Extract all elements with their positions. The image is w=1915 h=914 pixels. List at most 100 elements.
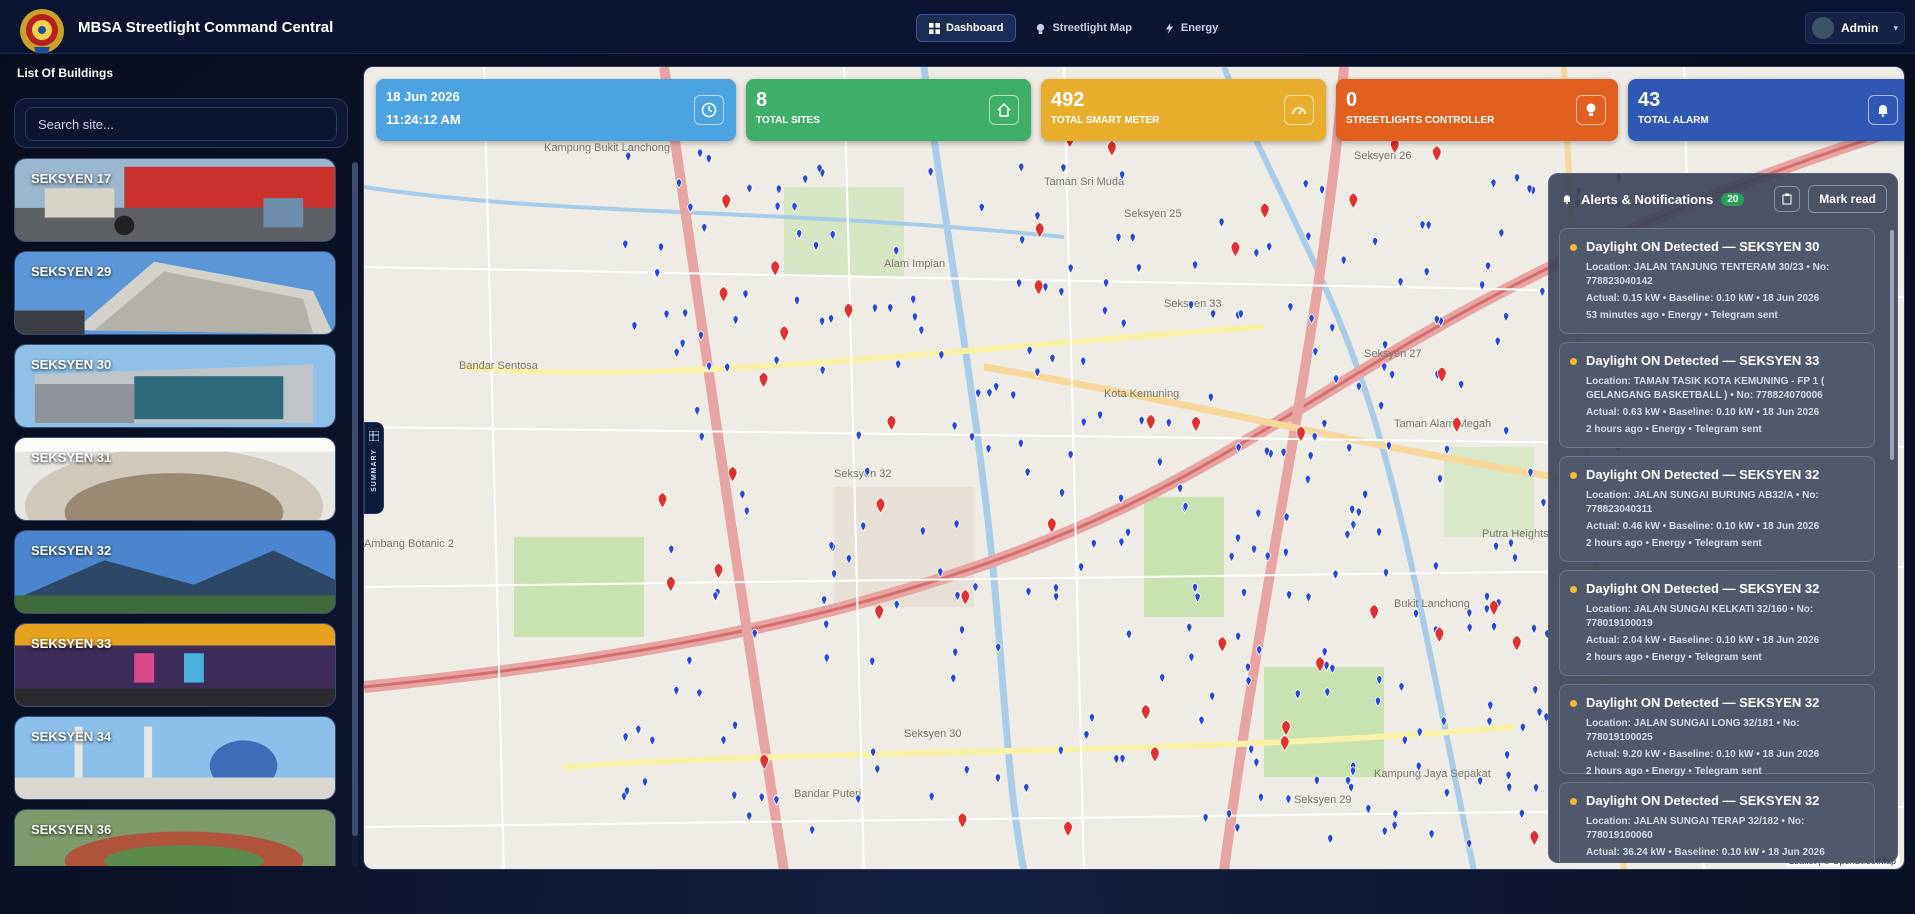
site-label: SEKSYEN 33 — [31, 636, 112, 651]
site-label: SEKSYEN 17 — [31, 171, 112, 186]
alarm-card: 43 TOTAL ALARM — [1628, 79, 1904, 141]
user-name: Admin — [1841, 21, 1879, 35]
site-card-seksyen-32[interactable]: SEKSYEN 32 — [14, 530, 336, 614]
sidebar: List Of Buildings SEKSYEN 17 SEKSYEN 29 … — [12, 66, 358, 872]
site-label: SEKSYEN 34 — [31, 729, 112, 744]
stat-value: 492 — [1051, 89, 1085, 111]
alert-item[interactable]: Daylight ON Detected — SEKSYEN 32 Locati… — [1559, 684, 1875, 777]
site-photo — [15, 810, 335, 866]
alert-title: Daylight ON Detected — SEKSYEN 32 — [1586, 581, 1820, 596]
streetlight-map[interactable]: Taman Sri Muda Alam Impian Bandar Sentos… — [363, 66, 1905, 870]
alert-title: Daylight ON Detected — SEKSYEN 30 — [1586, 239, 1820, 254]
stat-label: TOTAL ALARM — [1638, 115, 1709, 126]
map-label: Bandar Sentosa — [459, 360, 539, 372]
sidebar-scrollbar[interactable] — [352, 162, 358, 866]
site-card-seksyen-17[interactable]: SEKSYEN 17 — [14, 158, 336, 242]
search-box — [14, 98, 348, 148]
bulb-icon — [1576, 95, 1606, 125]
nav-energy-label: Energy — [1180, 22, 1219, 34]
clipboard-button[interactable] — [1774, 186, 1801, 212]
site-label: SEKSYEN 31 — [31, 450, 112, 465]
sidebar-title: List Of Buildings — [17, 66, 113, 80]
gauge-icon — [1284, 95, 1314, 125]
alerts-title: Alerts & Notifications — [1581, 191, 1714, 207]
site-card-seksyen-29[interactable]: SEKSYEN 29 — [14, 251, 336, 335]
alert-item[interactable]: Daylight ON Detected — SEKSYEN 32 Locati… — [1559, 782, 1875, 862]
site-label: SEKSYEN 30 — [31, 357, 112, 372]
alert-item[interactable]: Daylight ON Detected — SEKSYEN 32 Locati… — [1559, 570, 1875, 676]
mark-read-button[interactable]: Mark read — [1808, 185, 1887, 213]
status-dot — [1570, 244, 1577, 251]
site-label: SEKSYEN 29 — [31, 264, 112, 279]
alert-time: 2 hours ago • Energy • Telegram sent — [1586, 766, 1762, 777]
alert-location: Location: JALAN SUNGAI LONG 32/181 • No:… — [1586, 718, 1800, 743]
alerts-scrollbar[interactable] — [1890, 230, 1894, 460]
summary-toggle[interactable]: SUMMARY — [364, 422, 384, 514]
site-label: SEKSYEN 36 — [31, 822, 112, 837]
alert-time: 2 hours ago • Energy • Telegram sent — [1586, 424, 1762, 435]
alerts-count-badge: 20 — [1721, 192, 1745, 206]
total-sites-card: 8 TOTAL SITES — [746, 79, 1031, 141]
stat-value: 43 — [1638, 89, 1661, 111]
map-label: Seksyen 27 — [1364, 348, 1421, 360]
stat-value: 0 — [1346, 89, 1358, 111]
status-dot — [1570, 586, 1577, 593]
nav-dashboard-label: Dashboard — [946, 22, 1004, 34]
controller-card: 0 STREETLIGHTS CONTROLLER — [1336, 79, 1618, 141]
alert-list: Daylight ON Detected — SEKSYEN 30 Locati… — [1559, 228, 1875, 862]
alert-metrics: Actual: 9.20 kW • Baseline: 0.10 kW • 18… — [1586, 749, 1820, 760]
avatar — [1812, 17, 1834, 39]
alert-location: Location: JALAN SUNGAI TERAP 32/182 • No… — [1586, 816, 1805, 841]
stat-label: TOTAL SMART METER — [1051, 115, 1160, 126]
alert-item[interactable]: Daylight ON Detected — SEKSYEN 32 Locati… — [1559, 456, 1875, 562]
map-label: Seksyen 26 — [1354, 150, 1411, 162]
user-menu[interactable]: Admin ▾ — [1805, 12, 1905, 44]
nav-energy[interactable]: Energy — [1151, 14, 1231, 42]
alert-time: 2 hours ago • Energy • Telegram sent — [1586, 538, 1762, 549]
chevron-down-icon: ▾ — [1893, 22, 1898, 33]
alert-metrics: Actual: 0.46 kW • Baseline: 0.10 kW • 18… — [1586, 521, 1820, 532]
stat-label: TOTAL SITES — [756, 115, 820, 126]
status-dot — [1570, 798, 1577, 805]
clipboard-icon — [1782, 193, 1792, 205]
table-icon — [369, 431, 379, 441]
date-label: 18 Jun 2026 — [386, 89, 460, 104]
alert-location: Location: JALAN SUNGAI KELKATI 32/160 • … — [1586, 604, 1814, 629]
site-card-seksyen-31[interactable]: SEKSYEN 31 — [14, 437, 336, 521]
smart-meter-card: 492 TOTAL SMART METER — [1041, 79, 1326, 141]
alert-location: Location: JALAN TANJUNG TENTERAM 30/23 •… — [1586, 262, 1830, 287]
bulb-icon — [1037, 23, 1045, 34]
bell-icon — [1563, 195, 1571, 205]
status-dot — [1570, 358, 1577, 365]
site-card-seksyen-36[interactable]: SEKSYEN 36 — [14, 809, 336, 866]
site-card-seksyen-33[interactable]: SEKSYEN 33 — [14, 623, 336, 707]
alert-item[interactable]: Daylight ON Detected — SEKSYEN 33 Locati… — [1559, 342, 1875, 448]
site-card-seksyen-30[interactable]: SEKSYEN 30 — [14, 344, 336, 428]
status-dot — [1570, 472, 1577, 479]
alert-item[interactable]: Daylight ON Detected — SEKSYEN 30 Locati… — [1559, 228, 1875, 334]
map-label: Seksyen 25 — [1124, 208, 1181, 220]
nav-dashboard[interactable]: Dashboard — [916, 14, 1017, 42]
map-label: Putra Heights — [1482, 528, 1549, 540]
sidebar-scrollbar-thumb[interactable] — [352, 162, 358, 836]
app-title: MBSA Streetlight Command Central — [78, 19, 334, 36]
site-card-seksyen-34[interactable]: SEKSYEN 34 — [14, 716, 336, 800]
status-dot — [1570, 700, 1577, 707]
nav-streetlight-map[interactable]: Streetlight Map — [1022, 14, 1144, 42]
alert-title: Daylight ON Detected — SEKSYEN 32 — [1586, 467, 1820, 482]
alert-metrics: Actual: 0.63 kW • Baseline: 0.10 kW • 18… — [1586, 407, 1820, 418]
alert-title: Daylight ON Detected — SEKSYEN 32 — [1586, 695, 1820, 710]
search-input[interactable] — [25, 107, 337, 141]
time-label: 11:24:12 AM — [386, 112, 461, 127]
map-label: Taman Sri Muda — [1044, 176, 1125, 188]
stat-value: 8 — [756, 89, 768, 111]
bolt-icon — [1165, 22, 1174, 34]
map-label: Ambang Botanic 2 — [364, 538, 454, 550]
top-bar: MBSA Streetlight Command Central Dashboa… — [0, 0, 1915, 54]
stat-label: STREETLIGHTS CONTROLLER — [1346, 115, 1495, 126]
alert-metrics: Actual: 36.24 kW • Baseline: 0.10 kW • 1… — [1586, 847, 1825, 858]
alert-title: Daylight ON Detected — SEKSYEN 32 — [1586, 793, 1820, 808]
clock-icon — [694, 95, 724, 125]
home-icon — [989, 95, 1019, 125]
alert-location: Location: TAMAN TASIK KOTA KEMUNING - FP… — [1586, 376, 1825, 401]
